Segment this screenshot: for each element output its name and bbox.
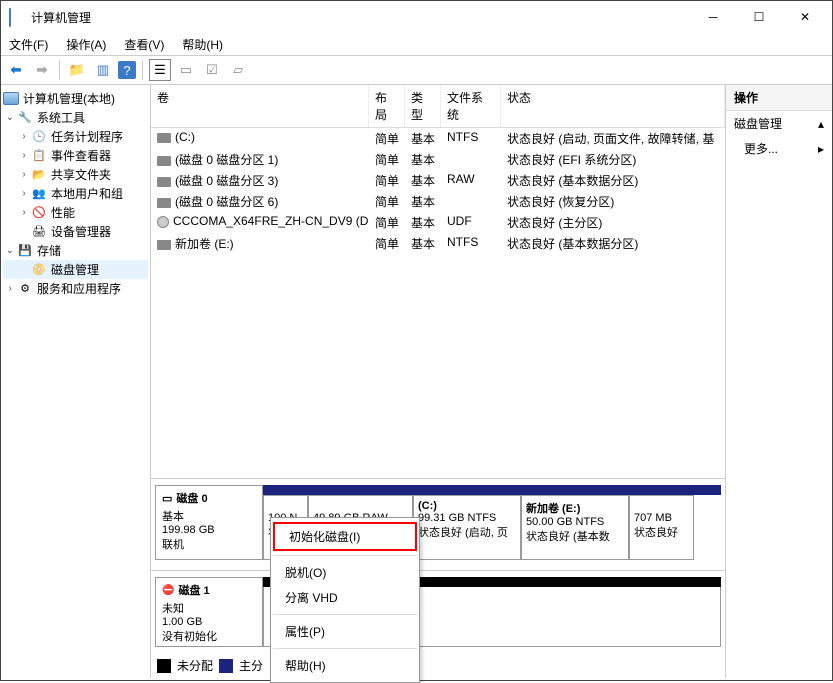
ctx-help[interactable]: 帮助(H) [271, 653, 419, 678]
up-button[interactable]: 📁 [66, 59, 88, 81]
volumes-header: 卷 布局 类型 文件系统 状态 [151, 85, 725, 128]
context-menu: 初始化磁盘(I) 脱机(O) 分离 VHD 属性(P) 帮助(H) [270, 517, 420, 683]
tree-services-apps[interactable]: ›⚙服务和应用程序 [3, 279, 148, 298]
close-button[interactable]: ✕ [782, 2, 828, 32]
show-hide-tree-button[interactable]: ▥ [92, 59, 114, 81]
collapse-icon: ▴ [818, 117, 824, 131]
menu-action[interactable]: 操作(A) [62, 34, 110, 55]
tree-performance[interactable]: ›🚫性能 [3, 203, 148, 222]
tree-local-users[interactable]: ›👥本地用户和组 [3, 184, 148, 203]
actions-pane: 操作 磁盘管理▴ 更多...▸ [726, 85, 832, 678]
forward-button[interactable]: ➡ [31, 59, 53, 81]
ctx-offline[interactable]: 脱机(O) [271, 560, 419, 585]
tree-task-scheduler[interactable]: ›🕒任务计划程序 [3, 127, 148, 146]
disk-map: ▭磁盘 0 基本 199.98 GB 联机 100 N状态良 49.89 GB … [151, 479, 725, 571]
legend-primary-label: 主分 [239, 657, 263, 674]
disk0-row[interactable]: ▭磁盘 0 基本 199.98 GB 联机 100 N状态良 49.89 GB … [155, 485, 721, 560]
legend-primary-swatch [219, 659, 233, 673]
menu-help[interactable]: 帮助(H) [178, 34, 227, 55]
minimize-button[interactable]: ─ [690, 2, 736, 32]
volume-row[interactable]: (磁盘 0 磁盘分区 1)简单基本状态良好 (EFI 系统分区) [151, 149, 725, 170]
tree-event-viewer[interactable]: ›📋事件查看器 [3, 146, 148, 165]
legend-unallocated-label: 未分配 [177, 657, 213, 674]
volume-row[interactable]: (磁盘 0 磁盘分区 6)简单基本状态良好 (恢复分区) [151, 191, 725, 212]
legend: 未分配 主分 [151, 653, 725, 678]
disk-icon: ▭ [162, 492, 172, 505]
view-bottom-button[interactable]: ▭ [175, 59, 197, 81]
col-header-type[interactable]: 类型 [405, 85, 441, 127]
tree-root[interactable]: 计算机管理(本地) [3, 89, 148, 108]
col-header-layout[interactable]: 布局 [369, 85, 405, 127]
tree-disk-management[interactable]: ›📀磁盘管理 [3, 260, 148, 279]
partition-box[interactable]: 新加卷 (E:)50.00 GB NTFS状态良好 (基本数 [521, 495, 629, 560]
maximize-button[interactable]: ☐ [736, 2, 782, 32]
titlebar: 计算机管理 ─ ☐ ✕ [1, 1, 832, 33]
actions-header: 操作 [726, 85, 832, 111]
back-button[interactable]: ⬅ [5, 59, 27, 81]
error-icon: ⛔ [162, 585, 174, 596]
refresh-button[interactable]: ▱ [227, 59, 249, 81]
menu-file[interactable]: 文件(F) [5, 34, 52, 55]
disk1-info: ⛔磁盘 1 未知 1.00 GB 没有初始化 [155, 577, 263, 647]
view-top-button[interactable]: ☰ [149, 59, 171, 81]
col-header-status[interactable]: 状态 [501, 85, 725, 127]
tree-storage[interactable]: ⌄💾存储 [3, 241, 148, 260]
legend-unallocated-swatch [157, 659, 171, 673]
volumes-list: 卷 布局 类型 文件系统 状态 (C:)简单基本NTFS状态良好 (启动, 页面… [151, 85, 725, 254]
volume-row[interactable]: (磁盘 0 磁盘分区 3)简单基本RAW状态良好 (基本数据分区) [151, 170, 725, 191]
settings-button[interactable]: ☑ [201, 59, 223, 81]
chevron-right-icon: ▸ [818, 142, 824, 156]
app-icon [9, 9, 25, 25]
menubar: 文件(F) 操作(A) 查看(V) 帮助(H) [1, 33, 832, 55]
menu-view[interactable]: 查看(V) [120, 34, 168, 55]
navigation-tree: 计算机管理(本地) ⌄🔧系统工具 ›🕒任务计划程序 ›📋事件查看器 ›📂共享文件… [1, 85, 151, 678]
disk0-info: ▭磁盘 0 基本 199.98 GB 联机 [155, 485, 263, 560]
action-more[interactable]: 更多...▸ [726, 136, 832, 161]
col-header-filesystem[interactable]: 文件系统 [441, 85, 501, 127]
disk1-section: ⛔磁盘 1 未知 1.00 GB 没有初始化 [151, 571, 725, 653]
ctx-properties[interactable]: 属性(P) [271, 619, 419, 644]
tree-shared-folders[interactable]: ›📂共享文件夹 [3, 165, 148, 184]
center-pane: 卷 布局 类型 文件系统 状态 (C:)简单基本NTFS状态良好 (启动, 页面… [151, 85, 726, 678]
disk1-row[interactable]: ⛔磁盘 1 未知 1.00 GB 没有初始化 [155, 577, 721, 647]
ctx-detach-vhd[interactable]: 分离 VHD [271, 585, 419, 610]
volume-row[interactable]: CCCOMA_X64FRE_ZH-CN_DV9 (D:)简单基本UDF状态良好 … [151, 212, 725, 233]
toolbar: ⬅ ➡ 📁 ▥ ? ☰ ▭ ☑ ▱ [1, 55, 832, 85]
tree-device-manager[interactable]: ›🖨设备管理器 [3, 222, 148, 241]
action-disk-management[interactable]: 磁盘管理▴ [726, 111, 832, 136]
tree-system-tools[interactable]: ⌄🔧系统工具 [3, 108, 148, 127]
window-title: 计算机管理 [31, 9, 690, 26]
ctx-initialize-disk[interactable]: 初始化磁盘(I) [273, 522, 417, 551]
partition-box[interactable]: (C:)99.31 GB NTFS状态良好 (启动, 页 [413, 495, 521, 560]
help-button[interactable]: ? [118, 61, 136, 79]
col-header-volume[interactable]: 卷 [151, 85, 369, 127]
volume-row[interactable]: 新加卷 (E:)简单基本NTFS状态良好 (基本数据分区) [151, 233, 725, 254]
volume-row[interactable]: (C:)简单基本NTFS状态良好 (启动, 页面文件, 故障转储, 基 [151, 128, 725, 149]
partition-box[interactable]: 707 MB状态良好 [629, 495, 694, 560]
